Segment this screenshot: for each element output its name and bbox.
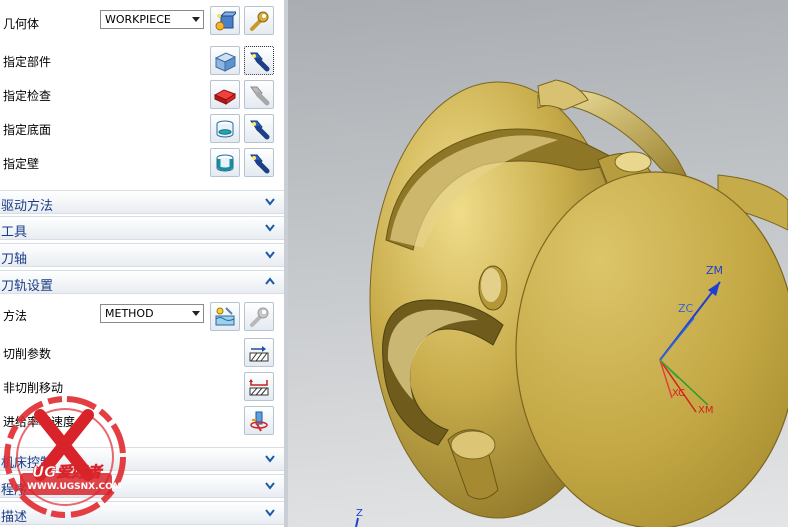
non-cut-moves-button[interactable] <box>244 372 274 401</box>
wrench-disabled-icon <box>250 307 269 327</box>
wrench-edit-icon <box>250 11 269 31</box>
cut-params-icon <box>249 346 269 362</box>
specify-floor-label: 指定底面 <box>3 123 52 137</box>
new-method-button[interactable] <box>210 302 240 331</box>
chevron-up-icon <box>265 277 275 285</box>
display-part-button[interactable] <box>244 46 274 75</box>
chevron-down-icon <box>265 509 275 517</box>
watermark-title: UG爱好者 <box>32 463 102 482</box>
flashlight-display-icon <box>250 120 270 140</box>
section-tool-title: 工具 <box>1 225 28 240</box>
specify-wall-label: 指定壁 <box>3 157 40 171</box>
cut-params-button[interactable] <box>244 338 274 367</box>
select-floor-button[interactable] <box>210 114 240 143</box>
section-path-settings-title: 刀轨设置 <box>1 279 54 294</box>
geometry-combo[interactable]: WORKPIECE <box>100 10 204 29</box>
section-tool-axis-title: 刀轴 <box>1 252 28 267</box>
display-check-button[interactable] <box>244 80 274 109</box>
chevron-down-icon <box>192 311 200 316</box>
non-cut-moves-label: 非切削移动 <box>3 381 64 395</box>
section-path-settings[interactable]: 刀轨设置 <box>0 270 284 294</box>
section-tool[interactable]: 工具 <box>0 216 284 240</box>
specify-floor-row: 指定底面 <box>0 114 284 144</box>
chevron-down-icon <box>265 251 275 259</box>
non-cut-moves-icon <box>249 379 269 396</box>
section-drive-method[interactable]: 驱动方法 <box>0 190 284 214</box>
method-label: 方法 <box>3 309 28 323</box>
geometry-label: 几何体 <box>3 17 40 31</box>
new-method-icon <box>215 307 235 326</box>
section-tool-axis[interactable]: 刀轴 <box>0 243 284 267</box>
new-geometry-icon <box>215 11 236 31</box>
display-wall-button[interactable] <box>244 148 274 177</box>
geometry-combo-value: WORKPIECE <box>105 13 171 26</box>
flashlight-display-icon <box>250 154 270 174</box>
select-floor-icon <box>216 120 234 138</box>
chevron-down-icon <box>265 455 275 463</box>
specify-part-row: 指定部件 <box>0 46 284 76</box>
method-row: 方法 METHOD <box>0 302 284 332</box>
select-check-icon <box>214 89 236 105</box>
feeds-speeds-icon <box>250 411 268 432</box>
zc-axis-label: ZC <box>678 302 694 315</box>
specify-check-label: 指定检查 <box>3 89 52 103</box>
edit-geometry-button[interactable] <box>244 6 274 35</box>
cut-params-row: 切削参数 <box>0 338 284 368</box>
method-combo-value: METHOD <box>105 307 154 320</box>
chevron-down-icon <box>192 17 200 22</box>
select-part-button[interactable] <box>210 46 240 75</box>
section-drive-method-title: 驱动方法 <box>1 199 54 214</box>
specify-check-row: 指定检查 <box>0 80 284 110</box>
select-part-icon <box>214 52 236 72</box>
zm-axis-label: ZM <box>706 264 724 277</box>
xm-axis-label: XM <box>698 405 714 416</box>
chevron-down-icon <box>265 482 275 490</box>
z-axis-label-bottom: Z <box>356 508 363 519</box>
method-combo[interactable]: METHOD <box>100 304 204 323</box>
chevron-down-icon <box>265 224 275 232</box>
specify-part-label: 指定部件 <box>3 55 52 69</box>
chevron-down-icon <box>265 198 275 206</box>
watermark-url: WWW.UGSNX.COM <box>27 482 122 492</box>
geometry-row: 几何体 WORKPIECE <box>0 6 284 38</box>
flashlight-display-icon <box>250 52 270 72</box>
new-geometry-button[interactable] <box>210 6 240 35</box>
xc-axis-label: XC <box>672 388 686 399</box>
select-wall-button[interactable] <box>210 148 240 177</box>
feeds-speeds-button[interactable] <box>244 406 274 435</box>
graphics-viewport[interactable]: ZM ZC XC XM Z <box>288 0 788 527</box>
cut-params-label: 切削参数 <box>3 347 52 361</box>
select-wall-icon <box>216 154 234 172</box>
select-check-button[interactable] <box>210 80 240 109</box>
flashlight-disabled-icon <box>250 86 270 106</box>
edit-method-button[interactable] <box>244 302 274 331</box>
specify-wall-row: 指定壁 <box>0 148 284 178</box>
display-floor-button[interactable] <box>244 114 274 143</box>
